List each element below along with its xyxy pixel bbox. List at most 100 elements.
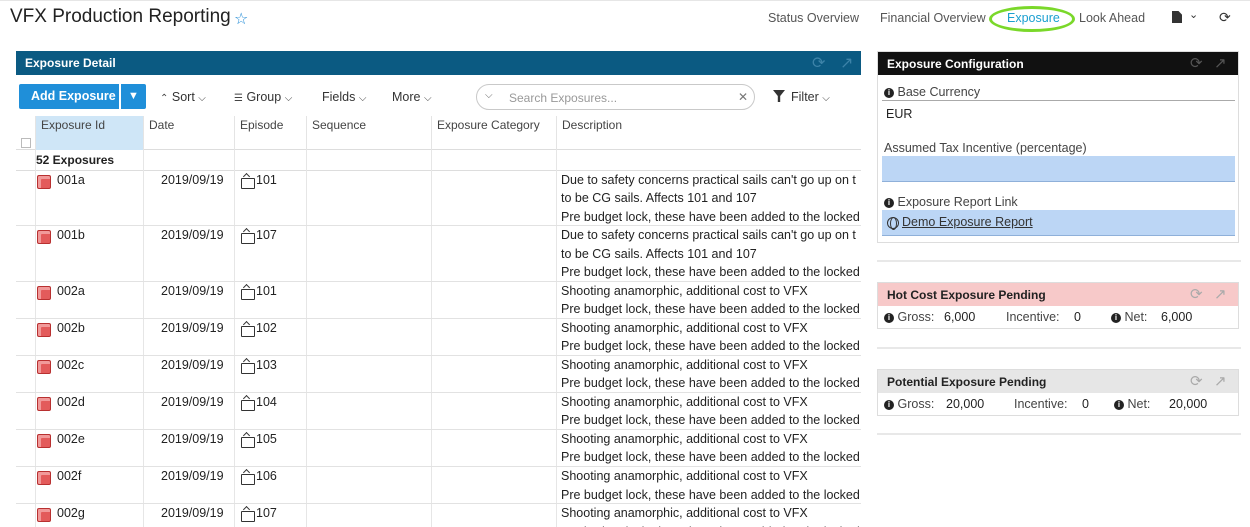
description-line: Pre budget lock, these have been added t… [561,302,860,317]
refresh-icon[interactable]: ⟳ [812,53,825,73]
column-description[interactable]: Description [556,116,861,150]
add-exposure-button[interactable]: Add Exposure [19,84,119,109]
cell-episode[interactable]: 104 [256,395,277,409]
cell-episode[interactable]: 101 [256,284,277,298]
description-line: Pre budget lock, these have been added t… [561,209,860,224]
refresh-icon[interactable]: ⟳ [1219,9,1231,26]
table-row[interactable]: 002c 2019/09/19 103 Shooting anamorphic, ad… [16,356,861,394]
more-button[interactable]: More ⌵ [392,90,432,104]
expand-icon[interactable]: ↗ [1214,54,1227,72]
cell-exposure-id[interactable]: 002f [57,469,81,483]
config-header: Exposure Configuration ⟳ ↗ [878,52,1238,75]
sort-button[interactable]: ⌃ Sort ⌵ [160,90,206,104]
clear-icon[interactable]: ✕ [738,90,748,104]
nav-exposure[interactable]: Exposure [1007,11,1060,25]
cell-episode[interactable]: 106 [256,469,277,483]
cell-description: Shooting anamorphic, additional cost to … [561,430,860,467]
expand-icon[interactable]: ↗ [840,53,853,73]
table-row[interactable]: 002e 2019/09/19 105 Shooting anamorphic, ad… [16,430,861,468]
report-link-field[interactable]: Demo Exposure Report [882,210,1235,236]
select-all-checkbox[interactable] [21,138,31,148]
cell-exposure-id[interactable]: 001a [57,173,85,187]
cell-exposure-id[interactable]: 002e [57,432,85,446]
episode-icon [241,325,255,337]
info-icon[interactable]: i [884,88,894,98]
add-exposure-menu-button[interactable]: ▼ [121,84,146,109]
cell-description: Shooting anamorphic, additional cost to … [561,467,860,504]
description-line: Due to safety concerns practical sails c… [561,228,856,243]
hot-cost-panel: Hot Cost Exposure Pending ⟳ ↗ i Gross: 6… [877,282,1239,329]
cell-exposure-id[interactable]: 002c [57,358,84,372]
fields-button[interactable]: Fields ⌵ [322,90,366,104]
table-row[interactable]: 002a 2019/09/19 101 Shooting anamorphic, ad… [16,282,861,319]
tax-incentive-field[interactable] [882,156,1235,182]
table-row[interactable]: 002f 2019/09/19 106 Shooting anamorphic, ad… [16,467,861,505]
exposure-icon [37,397,51,412]
cell-exposure-id[interactable]: 002g [57,506,85,520]
refresh-icon[interactable]: ⟳ [1190,54,1203,72]
cell-episode[interactable]: 107 [256,506,277,520]
expand-icon[interactable]: ↗ [1214,285,1227,303]
episode-icon [241,437,255,449]
chevron-down-icon: ⌵ [358,93,367,104]
cell-episode[interactable]: 105 [256,432,277,446]
cell-episode[interactable]: 101 [256,173,277,187]
cell-date: 2019/09/19 [161,320,224,335]
table-row[interactable]: 002d 2019/09/19 104 Shooting anamorphic, ad… [16,393,861,431]
refresh-icon[interactable]: ⟳ [1190,285,1203,303]
chevron-down-icon[interactable]: ⌵ [485,90,493,101]
cell-exposure-id[interactable]: 002b [57,321,85,335]
cell-date: 2019/09/19 [161,469,224,484]
cell-exposure-id[interactable]: 001b [57,228,85,242]
demo-exposure-report-link[interactable]: Demo Exposure Report [902,215,1033,229]
table-row[interactable]: 002g 2019/09/19 107 Shooting anamorphic, ad… [16,504,861,527]
group-button[interactable]: ☰ Group ⌵ [234,90,292,104]
info-icon[interactable]: i [1114,400,1124,410]
nav-financial-overview[interactable]: Financial Overview [880,11,986,25]
document-icon[interactable] [1172,11,1182,23]
table-row[interactable]: 001a 2019/09/19 101 Due to safety concerns … [16,171,861,227]
panel-separator [877,433,1241,435]
column-exposure-category[interactable]: Exposure Category [431,116,556,150]
table-row[interactable]: 002b 2019/09/19 102 Shooting anamorphic, ad… [16,319,861,356]
description-line: Shooting anamorphic, additional cost to … [561,358,808,372]
cell-episode[interactable]: 102 [256,321,277,335]
chevron-down-icon[interactable]: ⌄ [1189,8,1198,21]
cell-episode[interactable]: 103 [256,358,277,372]
table-row[interactable]: 001b 2019/09/19 107 Due to safety concerns … [16,226,861,282]
description-line: Pre budget lock, these have been added t… [561,339,860,354]
description-line: Pre budget lock, these have been added t… [561,376,860,391]
column-sequence[interactable]: Sequence [306,116,431,150]
cell-episode[interactable]: 107 [256,228,277,242]
exposure-detail-header: Exposure Detail ⟳ ↗ [16,51,861,75]
potential-exposure-panel: Potential Exposure Pending ⟳ ↗ i Gross: … [877,369,1239,416]
info-icon[interactable]: i [884,198,894,208]
column-exposure-id[interactable]: Exposure Id [35,116,143,150]
base-currency-value[interactable]: EUR [886,107,912,121]
info-icon[interactable]: i [884,400,894,410]
column-date[interactable]: Date [143,116,234,150]
panel-separator [877,347,1241,349]
column-episode[interactable]: Episode [234,116,306,150]
app-title: VFX Production Reporting [10,6,231,27]
episode-icon [241,178,255,189]
description-line: Shooting anamorphic, additional cost to … [561,506,808,521]
potential-net-value: 20,000 [1169,397,1208,411]
expand-icon[interactable]: ↗ [1214,372,1227,390]
info-icon[interactable]: i [884,313,894,323]
filter-icon[interactable] [773,90,785,102]
chevron-down-icon: ⌵ [822,93,830,104]
cell-exposure-id[interactable]: 002d [57,395,85,409]
nav-status-overview[interactable]: Status Overview [768,11,859,25]
cell-exposure-id[interactable]: 002a [57,284,85,298]
nav-look-ahead[interactable]: Look Ahead [1079,11,1145,25]
star-icon[interactable]: ☆ [234,9,248,29]
filter-button[interactable]: Filter ⌵ [791,90,830,104]
hot-cost-header: Hot Cost Exposure Pending ⟳ ↗ [878,283,1238,306]
info-icon[interactable]: i [1111,313,1121,323]
potential-incentive-label: Incentive: [1014,397,1068,411]
refresh-icon[interactable]: ⟳ [1190,372,1203,390]
chevron-down-icon: ⌵ [284,93,293,104]
exposure-icon [37,285,51,300]
search-input[interactable]: ⌵ Search Exposures... ✕ [476,84,755,110]
